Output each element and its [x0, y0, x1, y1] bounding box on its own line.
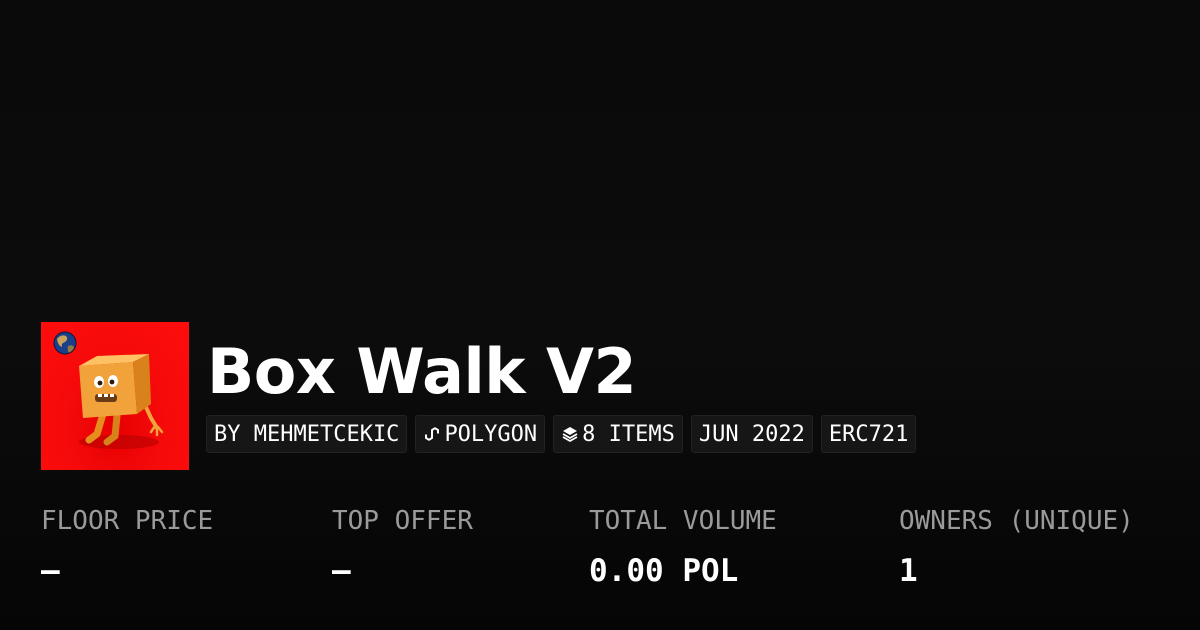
- standard-tag-label: ERC721: [828, 421, 909, 447]
- layers-icon: [561, 425, 579, 443]
- creator-tag-label: BY MEHMETCEKIC: [214, 421, 400, 447]
- collection-stats: FLOOR PRICE – TOP OFFER – TOTAL VOLUME 0…: [0, 500, 1200, 630]
- stat-floor-price-value: –: [41, 553, 60, 589]
- chain-tag-label: POLYGON: [444, 421, 538, 447]
- date-tag-label: JUN 2022: [698, 421, 805, 447]
- stat-top-offer-value: –: [332, 553, 351, 589]
- stat-top-offer: TOP OFFER –: [332, 500, 473, 600]
- item-count-tag[interactable]: 8 ITEMS: [553, 415, 683, 453]
- collection-share-card: Box Walk V2 BY MEHMETCEKIC POLYGON 8 ITE…: [0, 0, 1200, 630]
- collection-tags: BY MEHMETCEKIC POLYGON 8 ITEMS JUN 2022: [206, 415, 917, 453]
- standard-tag: ERC721: [820, 415, 917, 453]
- item-count-tag-label: 8 ITEMS: [582, 421, 675, 447]
- earth-globe-icon: [53, 331, 77, 355]
- stat-top-offer-label: TOP OFFER: [332, 506, 473, 536]
- stat-floor-price-label: FLOOR PRICE: [41, 506, 214, 536]
- date-tag: JUN 2022: [690, 415, 813, 453]
- collection-thumbnail[interactable]: [41, 322, 189, 470]
- stat-owners-label: OWNERS (UNIQUE): [899, 506, 1134, 536]
- stat-total-volume: TOTAL VOLUME 0.00 POL: [589, 500, 777, 600]
- stat-owners: OWNERS (UNIQUE) 1: [899, 500, 1134, 600]
- stat-total-volume-value: 0.00 POL: [589, 553, 739, 589]
- box-character-image: [53, 331, 164, 449]
- stat-floor-price: FLOOR PRICE –: [41, 500, 213, 600]
- chain-tag[interactable]: POLYGON: [415, 415, 546, 453]
- polygon-chain-icon: [423, 425, 441, 443]
- stat-total-volume-label: TOTAL VOLUME: [589, 506, 777, 536]
- creator-tag[interactable]: BY MEHMETCEKIC: [206, 415, 408, 453]
- collection-title: Box Walk V2: [207, 335, 637, 408]
- stat-owners-value: 1: [899, 553, 918, 589]
